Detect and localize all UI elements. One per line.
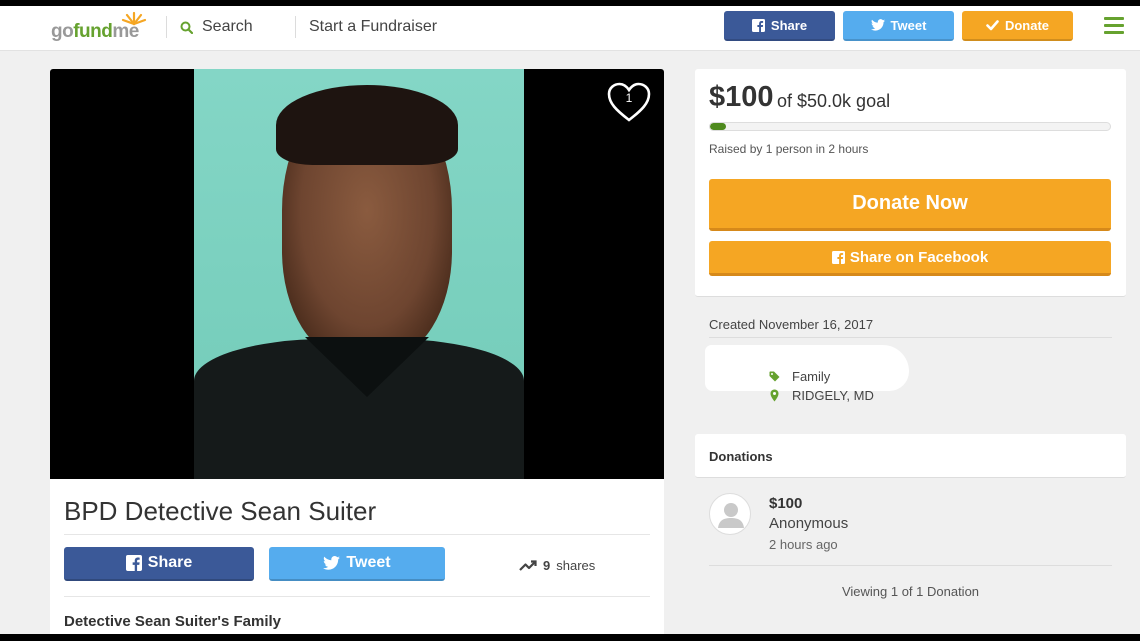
- facebook-icon: [751, 18, 765, 32]
- page: gofundme Search Start a Fundraiser Share…: [0, 6, 1140, 634]
- amount-raised: $100: [709, 81, 774, 113]
- search-link[interactable]: Search: [180, 17, 253, 37]
- gofundme-logo[interactable]: gofundme: [51, 11, 151, 43]
- tag-icon: [769, 371, 780, 382]
- campaign-info-card: BPD Detective Sean Suiter Share Tweet 9 …: [50, 479, 664, 634]
- avatar: [709, 493, 751, 535]
- sun-icon: [121, 11, 147, 26]
- tweet-button[interactable]: Tweet: [269, 547, 445, 581]
- share-button[interactable]: Share: [64, 547, 254, 581]
- divider: [709, 565, 1112, 566]
- donations-header: Donations: [695, 434, 1126, 478]
- header-share-button[interactable]: Share: [724, 11, 835, 41]
- divider: [166, 16, 167, 38]
- search-icon: [180, 21, 193, 34]
- raised-by-text: Raised by 1 person in 2 hours: [709, 142, 869, 156]
- checkmark-icon: [986, 19, 999, 30]
- map-pin-icon: [770, 389, 779, 402]
- share-on-facebook-button[interactable]: Share on Facebook: [709, 241, 1111, 276]
- trending-up-icon: [519, 559, 537, 571]
- user-icon: [718, 503, 744, 528]
- divider: [64, 596, 650, 597]
- redacted-area: [705, 345, 909, 391]
- campaign-photo: 1: [50, 69, 664, 479]
- header-tweet-button[interactable]: Tweet: [843, 11, 954, 41]
- created-date: Created November 16, 2017: [709, 317, 874, 332]
- donations-count: Viewing 1 of 1 Donation: [841, 584, 980, 599]
- donations-title: Donations: [709, 449, 773, 464]
- goal-amount: of $50.0k goal: [777, 91, 891, 111]
- divider: [295, 16, 296, 38]
- donate-now-button[interactable]: Donate Now: [709, 179, 1111, 231]
- progress-fill: [710, 123, 726, 130]
- progress-bar: [709, 122, 1111, 131]
- twitter-icon: [323, 556, 341, 570]
- start-fundraiser-link[interactable]: Start a Fundraiser: [309, 17, 437, 37]
- donation-time: 2 hours ago: [769, 537, 838, 552]
- hamburger-menu-icon[interactable]: [1104, 17, 1124, 35]
- goal-card: $100 of $50.0k goal Raised by 1 person i…: [695, 69, 1126, 297]
- category-row[interactable]: Family: [769, 369, 830, 384]
- location-row: RIDGELY, MD: [769, 388, 874, 403]
- donation-amount: $100: [769, 495, 803, 512]
- share-count: 9 shares: [519, 558, 595, 573]
- divider: [64, 534, 650, 535]
- twitter-icon: [870, 19, 885, 31]
- top-nav: gofundme Search Start a Fundraiser Share…: [0, 6, 1140, 51]
- like-count: 1: [625, 91, 633, 105]
- divider: [709, 337, 1112, 338]
- campaign-title: BPD Detective Sean Suiter: [64, 496, 377, 526]
- facebook-icon: [831, 250, 845, 264]
- facebook-icon: [125, 555, 142, 571]
- header-donate-button[interactable]: Donate: [962, 11, 1073, 41]
- organizer-name: Detective Sean Suiter's Family: [64, 613, 281, 630]
- donor-name: Anonymous: [769, 515, 849, 532]
